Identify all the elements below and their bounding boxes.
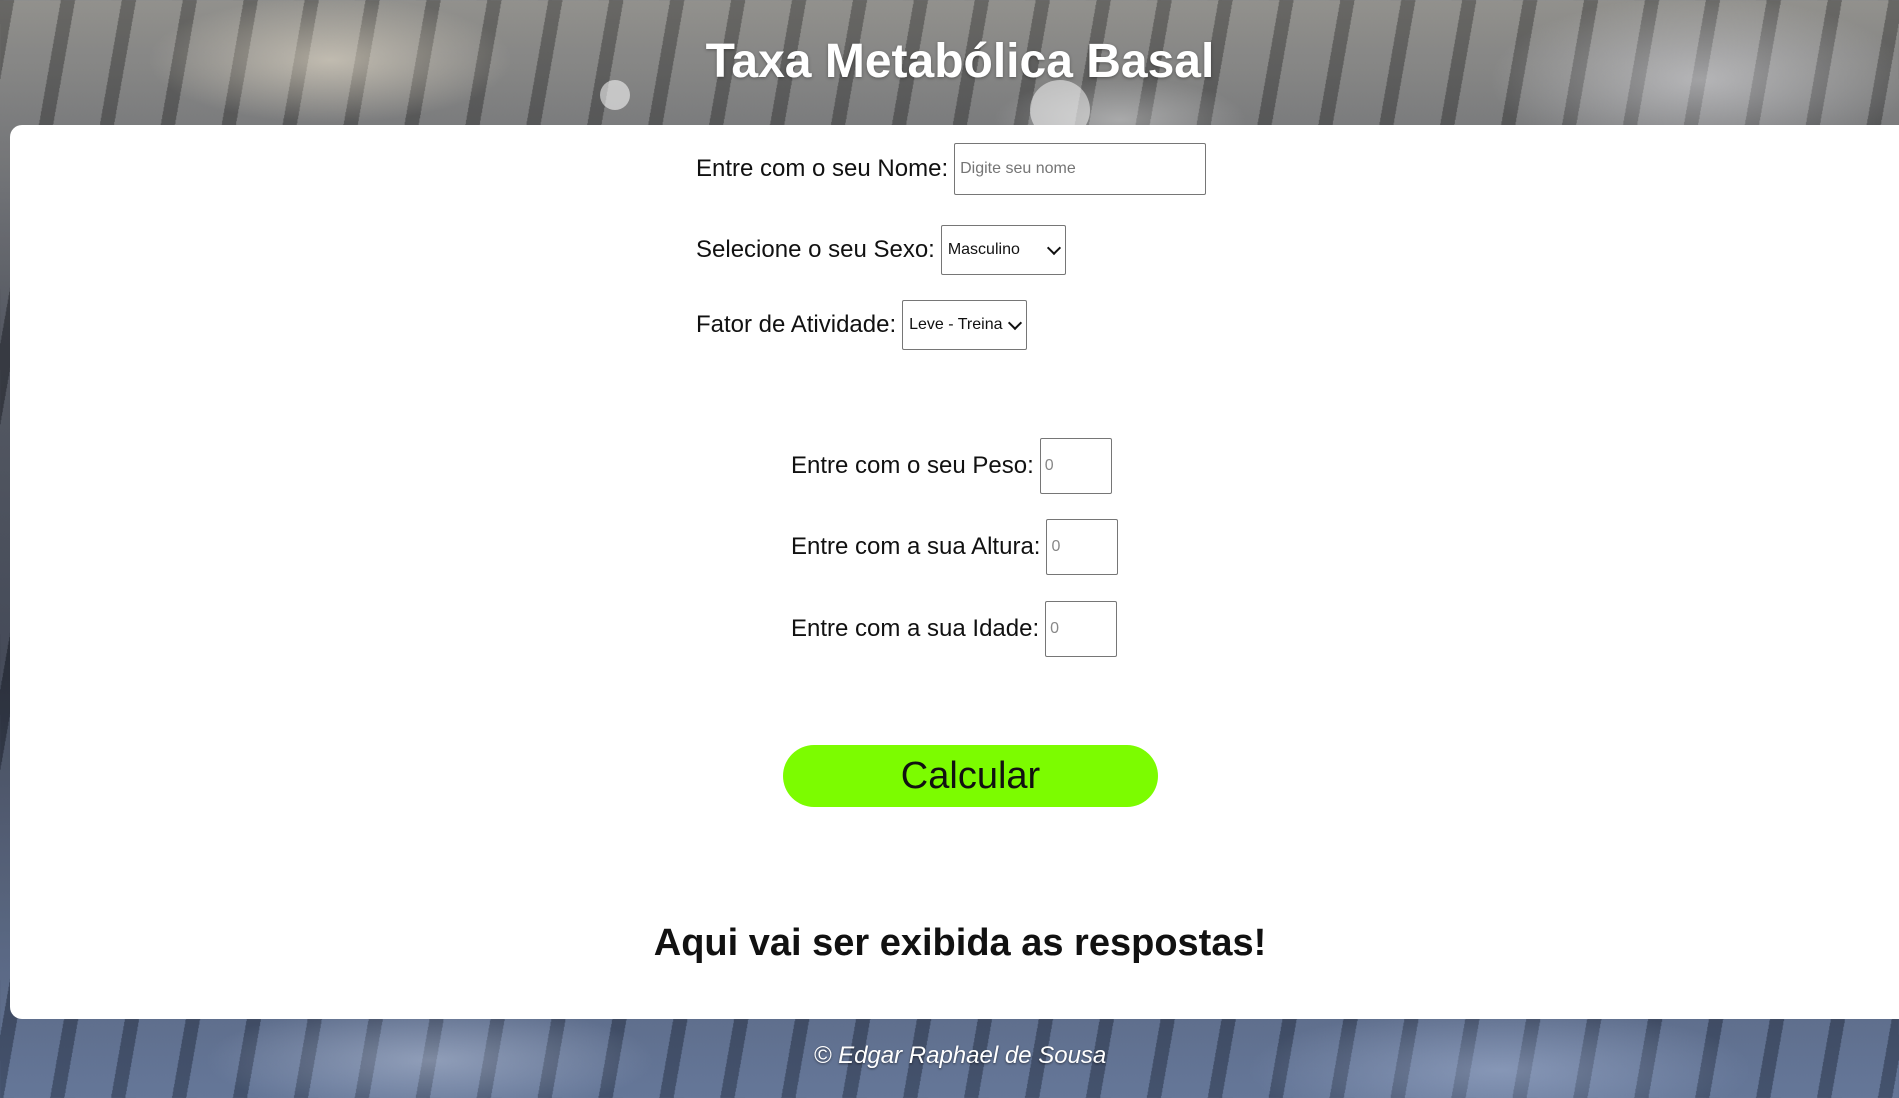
name-row: Entre com o seu Nome: — [696, 143, 1207, 195]
activity-select-value: Leve - Treina — [909, 316, 1003, 333]
height-label: Entre com a sua Altura: — [791, 533, 1041, 560]
chevron-down-icon — [1046, 240, 1061, 256]
calculate-button[interactable]: Calcular — [783, 745, 1158, 807]
footer-credit: © Edgar Raphael de Sousa — [813, 1042, 1107, 1069]
height-input[interactable] — [1046, 519, 1119, 575]
form-panel: Entre com o seu Nome: Selecione o seu Se… — [10, 125, 1899, 1019]
sex-select-value: Masculino — [947, 241, 1020, 258]
sex-select[interactable]: Masculino — [940, 225, 1066, 275]
name-label: Entre com o seu Nome: — [696, 155, 949, 182]
weight-label: Entre com o seu Peso: — [791, 452, 1034, 479]
weight-row: Entre com o seu Peso: — [791, 438, 1112, 494]
age-row: Entre com a sua Idade: — [791, 601, 1118, 657]
age-label: Entre com a sua Idade: — [791, 615, 1040, 642]
weight-input[interactable] — [1039, 438, 1112, 494]
activity-row: Fator de Atividade: Leve - Treina — [696, 300, 1028, 350]
sex-row: Selecione o seu Sexo: Masculino — [696, 225, 1066, 275]
result-text: Aqui vai ser exibida as respostas! — [653, 922, 1267, 964]
activity-select[interactable]: Leve - Treina — [902, 300, 1028, 350]
page-title: Taxa Metabólica Basal — [705, 35, 1215, 88]
chevron-down-icon — [1008, 315, 1023, 331]
name-input[interactable] — [954, 143, 1207, 195]
height-row: Entre com a sua Altura: — [791, 519, 1119, 575]
age-input[interactable] — [1045, 601, 1118, 657]
activity-label: Fator de Atividade: — [696, 311, 897, 338]
sex-label: Selecione o seu Sexo: — [696, 236, 935, 263]
